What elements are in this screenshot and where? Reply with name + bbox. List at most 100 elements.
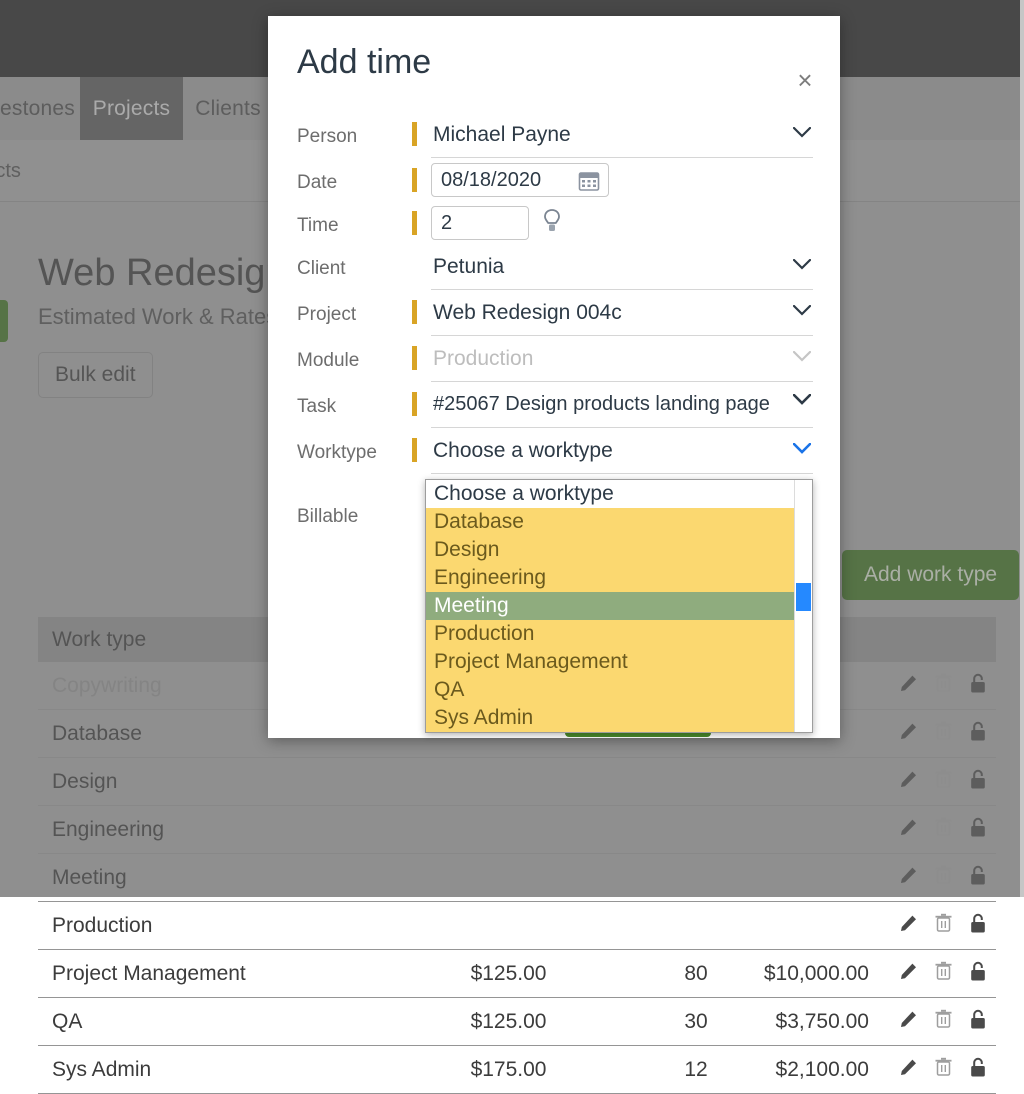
edit-icon[interactable] — [899, 866, 918, 890]
nav-tab-clients[interactable]: Clients — [183, 77, 273, 140]
field-module: Module Production — [297, 340, 813, 386]
person-select[interactable]: Michael Payne — [431, 116, 813, 158]
calendar-icon[interactable] — [578, 170, 600, 192]
page-title: Web Redesign — [38, 252, 287, 295]
delete-icon[interactable] — [934, 817, 953, 842]
add-work-type-button[interactable]: Add work type — [842, 550, 1019, 600]
cell-work-type: Meeting — [38, 866, 385, 890]
time-input[interactable]: 2 — [431, 206, 529, 240]
worktype-option-list: Choose a worktypeDatabaseDesignEngineeri… — [426, 480, 812, 732]
table-row[interactable]: Meeting — [38, 854, 996, 902]
lock-icon[interactable] — [969, 817, 987, 843]
table-row[interactable]: Design — [38, 758, 996, 806]
field-label-worktype: Worktype — [297, 442, 377, 464]
page-subtitle: Estimated Work & Rates — [38, 304, 277, 330]
edit-icon[interactable] — [899, 1010, 918, 1034]
field-person: Person Michael Payne — [297, 116, 813, 162]
worktype-option[interactable]: Engineering — [426, 564, 812, 592]
worktype-option[interactable]: Design — [426, 536, 812, 564]
lightbulb-icon[interactable] — [541, 208, 563, 234]
delete-icon[interactable] — [934, 769, 953, 794]
field-label-person: Person — [297, 126, 357, 148]
worktype-option[interactable]: Choose a worktype — [426, 480, 812, 508]
client-select[interactable]: Petunia — [431, 248, 813, 290]
task-value: #25067 Design products landing page — [433, 393, 770, 416]
field-date: Date 08/18/2020 — [297, 162, 813, 205]
nav-tab-label: estones — [0, 97, 75, 121]
worktype-option[interactable]: Project Management — [426, 648, 812, 676]
add-work-type-label: Add work type — [864, 563, 997, 586]
delete-icon[interactable] — [934, 961, 953, 986]
delete-icon[interactable] — [934, 865, 953, 890]
date-value: 08/18/2020 — [441, 169, 541, 192]
required-marker-module — [412, 346, 417, 370]
page-scrollbar[interactable] — [1020, 0, 1024, 897]
table-row[interactable]: QA$125.0030$3,750.00 — [38, 998, 996, 1046]
lock-icon[interactable] — [969, 1057, 987, 1083]
side-action-button[interactable] — [0, 300, 8, 342]
bulk-edit-label: Bulk edit — [55, 363, 136, 386]
delete-icon[interactable] — [934, 673, 953, 698]
date-input[interactable]: 08/18/2020 — [431, 163, 609, 197]
nav-tab-label: Clients — [195, 97, 261, 121]
lock-icon[interactable] — [969, 913, 987, 939]
worktype-option[interactable]: Production — [426, 620, 812, 648]
dropdown-scrollbar[interactable] — [794, 480, 812, 732]
lock-icon[interactable] — [969, 721, 987, 747]
field-client: Client Petunia — [297, 248, 813, 294]
field-label-date: Date — [297, 172, 337, 194]
lock-icon[interactable] — [969, 961, 987, 987]
cell-work-type: Production — [38, 914, 385, 938]
worktype-option[interactable]: Meeting — [426, 592, 812, 620]
edit-icon[interactable] — [899, 1058, 918, 1082]
worktype-dropdown-popup[interactable]: Choose a worktypeDatabaseDesignEngineeri… — [425, 479, 813, 733]
module-value: Production — [433, 347, 533, 371]
field-label-billable: Billable — [297, 506, 358, 528]
cell-hours: 80 — [546, 962, 707, 986]
cell-rate: $125.00 — [385, 962, 546, 986]
worktype-option[interactable]: Sys Admin — [426, 704, 812, 732]
edit-icon[interactable] — [899, 818, 918, 842]
nav-tab-projects[interactable]: Projects — [80, 77, 183, 140]
required-marker-date — [412, 168, 417, 192]
lock-icon[interactable] — [969, 769, 987, 795]
field-label-project: Project — [297, 304, 356, 326]
table-row[interactable]: Production — [38, 902, 996, 950]
field-label-client: Client — [297, 258, 346, 280]
edit-icon[interactable] — [899, 770, 918, 794]
dropdown-scrollbar-thumb[interactable] — [796, 583, 811, 611]
required-marker-worktype — [412, 438, 417, 462]
lock-icon[interactable] — [969, 673, 987, 699]
chevron-down-icon — [793, 351, 811, 362]
delete-icon[interactable] — [934, 913, 953, 938]
cell-hours: 30 — [546, 1010, 707, 1034]
field-project: Project Web Redesign 004c — [297, 294, 813, 340]
table-row[interactable]: Engineering — [38, 806, 996, 854]
table-row[interactable]: Project Management$125.0080$10,000.00 — [38, 950, 996, 998]
edit-icon[interactable] — [899, 722, 918, 746]
modal-title: Add time — [297, 43, 431, 82]
task-select[interactable]: #25067 Design products landing page — [431, 386, 813, 428]
worktype-select[interactable]: Choose a worktype — [431, 432, 813, 474]
lock-icon[interactable] — [969, 865, 987, 891]
edit-icon[interactable] — [899, 962, 918, 986]
close-icon[interactable]: × — [792, 68, 818, 94]
edit-icon[interactable] — [899, 674, 918, 698]
table-row[interactable]: Sys Admin$175.0012$2,100.00 — [38, 1046, 996, 1094]
bulk-edit-button[interactable]: Bulk edit — [38, 352, 153, 398]
client-value: Petunia — [433, 255, 504, 279]
worktype-value: Choose a worktype — [433, 439, 613, 463]
cell-total: $10,000.00 — [708, 962, 869, 986]
module-select[interactable]: Production — [431, 340, 813, 382]
lock-icon[interactable] — [969, 1009, 987, 1035]
delete-icon[interactable] — [934, 721, 953, 746]
worktype-option[interactable]: QA — [426, 676, 812, 704]
cell-work-type: QA — [38, 1010, 385, 1034]
project-select[interactable]: Web Redesign 004c — [431, 294, 813, 336]
delete-icon[interactable] — [934, 1057, 953, 1082]
field-worktype: Worktype Choose a worktype — [297, 432, 813, 478]
edit-icon[interactable] — [899, 914, 918, 938]
breadcrumb[interactable]: rojects — [0, 160, 21, 183]
worktype-option[interactable]: Database — [426, 508, 812, 536]
delete-icon[interactable] — [934, 1009, 953, 1034]
